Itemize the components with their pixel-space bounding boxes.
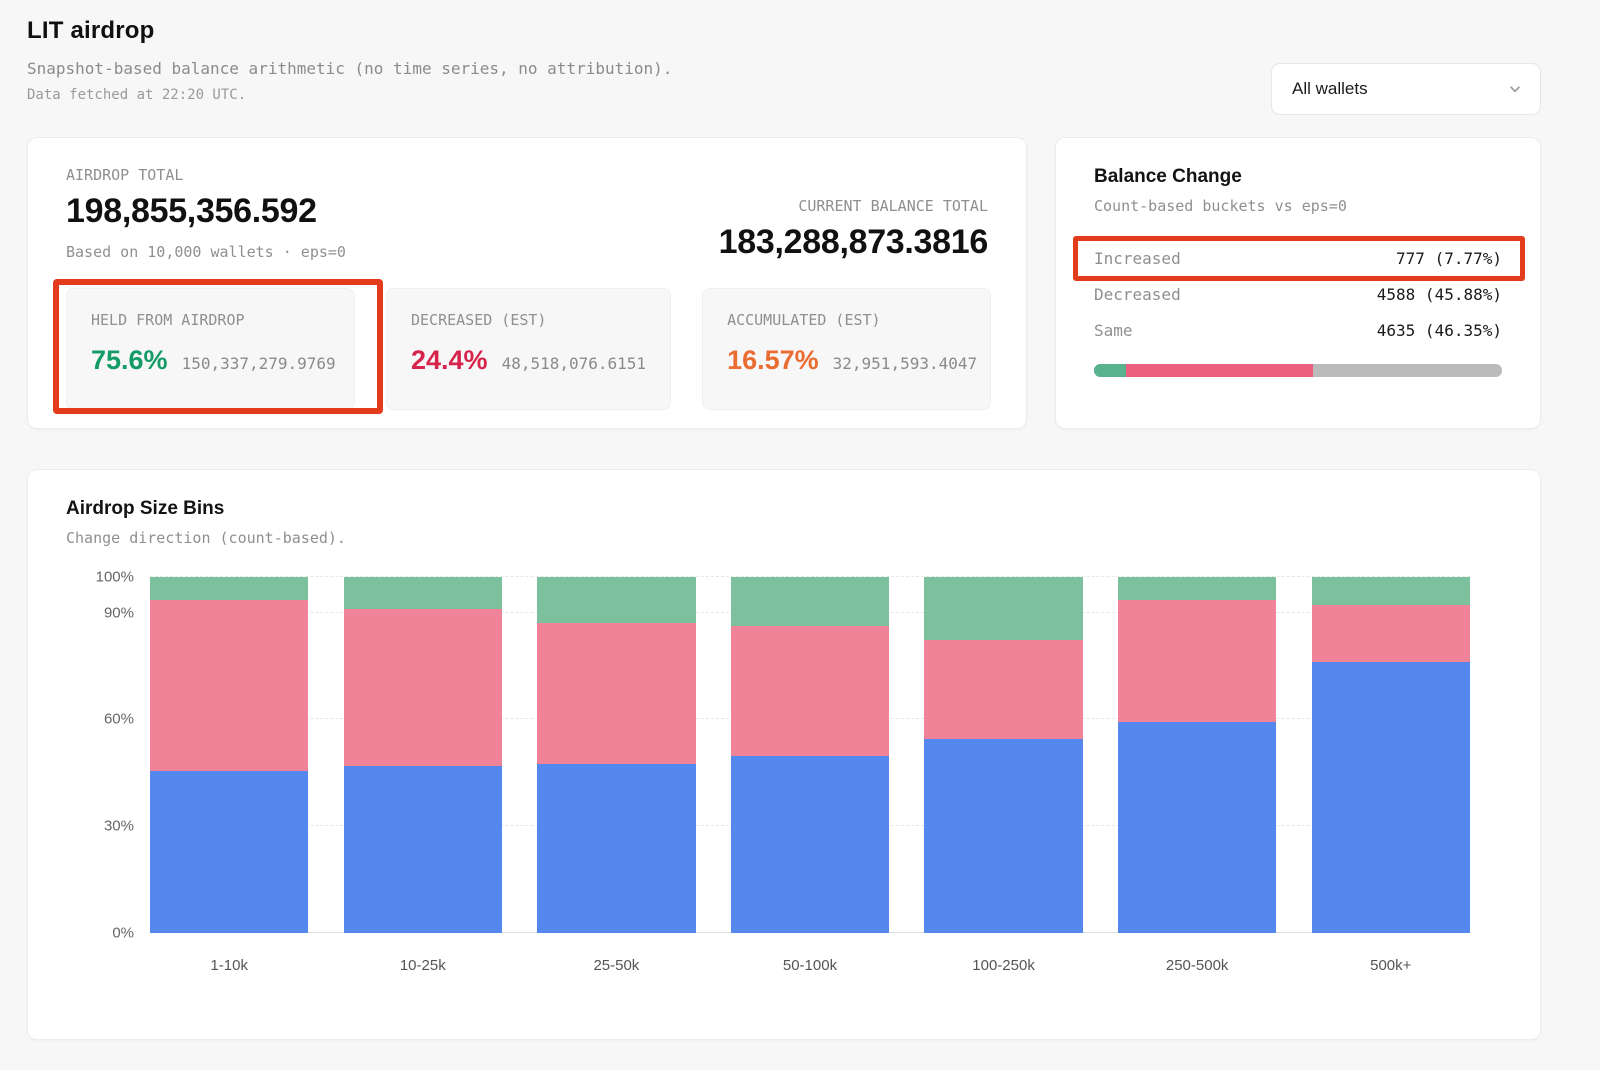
stacked-bar-1-10k xyxy=(150,577,308,933)
progress-segment-increased xyxy=(1094,364,1126,377)
bar-segment-decreased xyxy=(924,640,1082,739)
current-balance-label: CURRENT BALANCE TOTAL xyxy=(719,197,988,215)
bar-segment-increased xyxy=(1118,577,1276,600)
x-axis-label: 25-50k xyxy=(537,957,695,974)
bar-segment-same xyxy=(537,764,695,933)
bar-segment-same xyxy=(1118,722,1276,933)
airdrop-total-value: 198,855,356.592 xyxy=(66,192,346,231)
bar-segment-decreased xyxy=(537,623,695,764)
row-label: Same xyxy=(1094,321,1133,340)
airdrop-total-label: AIRDROP TOTAL xyxy=(66,166,346,184)
stacked-bar-10-25k xyxy=(344,577,502,933)
totals-row: AIRDROP TOTAL 198,855,356.592 Based on 1… xyxy=(66,166,988,262)
bar-segment-increased xyxy=(537,577,695,623)
x-axis-label: 250-500k xyxy=(1118,957,1276,974)
bar-segment-increased xyxy=(731,577,889,626)
bar-segment-same xyxy=(731,756,889,933)
chevron-down-icon xyxy=(1508,82,1522,96)
balance-change-rows: Increased 777 (7.77%) Decreased 4588 (45… xyxy=(1094,249,1502,340)
row-increased: Increased 777 (7.77%) xyxy=(1094,249,1502,268)
row-value: 4588 (45.88%) xyxy=(1377,285,1502,304)
stat-pct: 16.57% xyxy=(727,345,819,376)
stat-value-row: 24.4% 48,518,076.6151 xyxy=(411,345,646,376)
balance-progress-bar xyxy=(1094,364,1502,377)
stat-label: HELD FROM AIRDROP xyxy=(91,311,330,329)
bar-segment-same xyxy=(924,739,1082,933)
row-value: 4635 (46.35%) xyxy=(1377,321,1502,340)
bar-segment-decreased xyxy=(344,609,502,766)
row-label: Increased xyxy=(1094,249,1181,268)
y-axis-tick-label: 30% xyxy=(54,818,134,835)
stat-amount: 48,518,076.6151 xyxy=(502,354,647,373)
stat-value-row: 16.57% 32,951,593.4047 xyxy=(727,345,966,376)
x-axis-label: 50-100k xyxy=(731,957,889,974)
row-label: Decreased xyxy=(1094,285,1181,304)
current-balance-block: CURRENT BALANCE TOTAL 183,288,873.3816 xyxy=(719,197,988,262)
bar-segment-same xyxy=(150,771,308,933)
row-same: Same 4635 (46.35%) xyxy=(1094,321,1502,340)
stacked-bar-250-500k xyxy=(1118,577,1276,933)
stat-label: ACCUMULATED (EST) xyxy=(727,311,966,329)
header: LIT airdrop Snapshot-based balance arith… xyxy=(27,17,1541,115)
stat-card-held-from-airdrop: HELD FROM AIRDROP 75.6% 150,337,279.9769 xyxy=(66,288,355,410)
x-axis-labels: 1-10k 10-25k 25-50k 50-100k 100-250k 250-500k… xyxy=(150,957,1470,974)
bar-segment-decreased xyxy=(150,600,308,771)
stat-card-accumulated: ACCUMULATED (EST) 16.57% 32,951,593.4047 xyxy=(702,288,991,410)
balance-change-subtitle: Count-based buckets vs eps=0 xyxy=(1094,197,1502,215)
x-axis-label: 10-25k xyxy=(344,957,502,974)
stacked-bar-50-100k xyxy=(731,577,889,933)
stat-amount: 32,951,593.4047 xyxy=(833,354,978,373)
progress-segment-decreased xyxy=(1126,364,1313,377)
stat-pct: 75.6% xyxy=(91,345,168,376)
x-axis-label: 100-250k xyxy=(924,957,1082,974)
wallet-filter-dropdown[interactable]: All wallets xyxy=(1271,63,1541,115)
page: LIT airdrop Snapshot-based balance arith… xyxy=(27,0,1541,1040)
airdrop-size-bins-card: Airdrop Size Bins Change direction (coun… xyxy=(27,469,1541,1040)
balance-change-card: Balance Change Count-based buckets vs ep… xyxy=(1055,137,1541,429)
stacked-bar-500k+ xyxy=(1312,577,1470,933)
row-value: 777 (7.77%) xyxy=(1396,249,1502,268)
stat-label: DECREASED (EST) xyxy=(411,311,646,329)
bar-segment-decreased xyxy=(1118,600,1276,722)
progress-segment-same xyxy=(1313,364,1502,377)
bar-segment-increased xyxy=(150,577,308,600)
stat-pct: 24.4% xyxy=(411,345,488,376)
bar-segment-decreased xyxy=(1312,605,1470,662)
row-decreased: Decreased 4588 (45.88%) xyxy=(1094,285,1502,304)
stacked-bar-100-250k xyxy=(924,577,1082,933)
page-title: LIT airdrop xyxy=(27,17,672,45)
airdrop-total-block: AIRDROP TOTAL 198,855,356.592 Based on 1… xyxy=(66,166,346,262)
chart: 0%30%60%90%100% 1-10k 10-25k 25-50k 50-100k… xyxy=(66,577,1470,974)
y-axis-tick-label: 0% xyxy=(54,925,134,942)
x-axis-label: 500k+ xyxy=(1312,957,1470,974)
chart-plot: 0%30%60%90%100% xyxy=(150,577,1470,933)
balance-change-title: Balance Change xyxy=(1094,166,1502,188)
chart-subtitle: Change direction (count-based). xyxy=(66,529,1470,547)
airdrop-summary-card: AIRDROP TOTAL 198,855,356.592 Based on 1… xyxy=(27,137,1027,429)
top-row: AIRDROP TOTAL 198,855,356.592 Based on 1… xyxy=(27,137,1541,429)
bar-segment-decreased xyxy=(731,626,889,757)
bar-segment-same xyxy=(1312,662,1470,933)
bar-segment-same xyxy=(344,766,502,933)
stat-amount: 150,337,279.9769 xyxy=(182,354,336,373)
bars xyxy=(150,577,1470,933)
stat-value-row: 75.6% 150,337,279.9769 xyxy=(91,345,330,376)
y-axis-tick-label: 100% xyxy=(54,569,134,586)
stat-card-decreased: DECREASED (EST) 24.4% 48,518,076.6151 xyxy=(386,288,671,410)
bar-segment-increased xyxy=(924,577,1082,640)
airdrop-total-note: Based on 10,000 wallets · eps=0 xyxy=(66,243,346,261)
page-subtitle: Snapshot-based balance arithmetic (no ti… xyxy=(27,59,672,78)
y-axis-tick-label: 60% xyxy=(54,711,134,728)
x-axis-label: 1-10k xyxy=(150,957,308,974)
bar-segment-increased xyxy=(1312,577,1470,605)
chart-title: Airdrop Size Bins xyxy=(66,498,1470,520)
wallet-filter-value: All wallets xyxy=(1292,79,1368,99)
data-fetched-note: Data fetched at 22:20 UTC. xyxy=(27,87,672,103)
header-text: LIT airdrop Snapshot-based balance arith… xyxy=(27,17,672,103)
y-axis-tick-label: 90% xyxy=(54,604,134,621)
current-balance-value: 183,288,873.3816 xyxy=(719,223,988,262)
stat-cards-row: HELD FROM AIRDROP 75.6% 150,337,279.9769… xyxy=(66,288,988,410)
bar-segment-increased xyxy=(344,577,502,609)
stacked-bar-25-50k xyxy=(537,577,695,933)
